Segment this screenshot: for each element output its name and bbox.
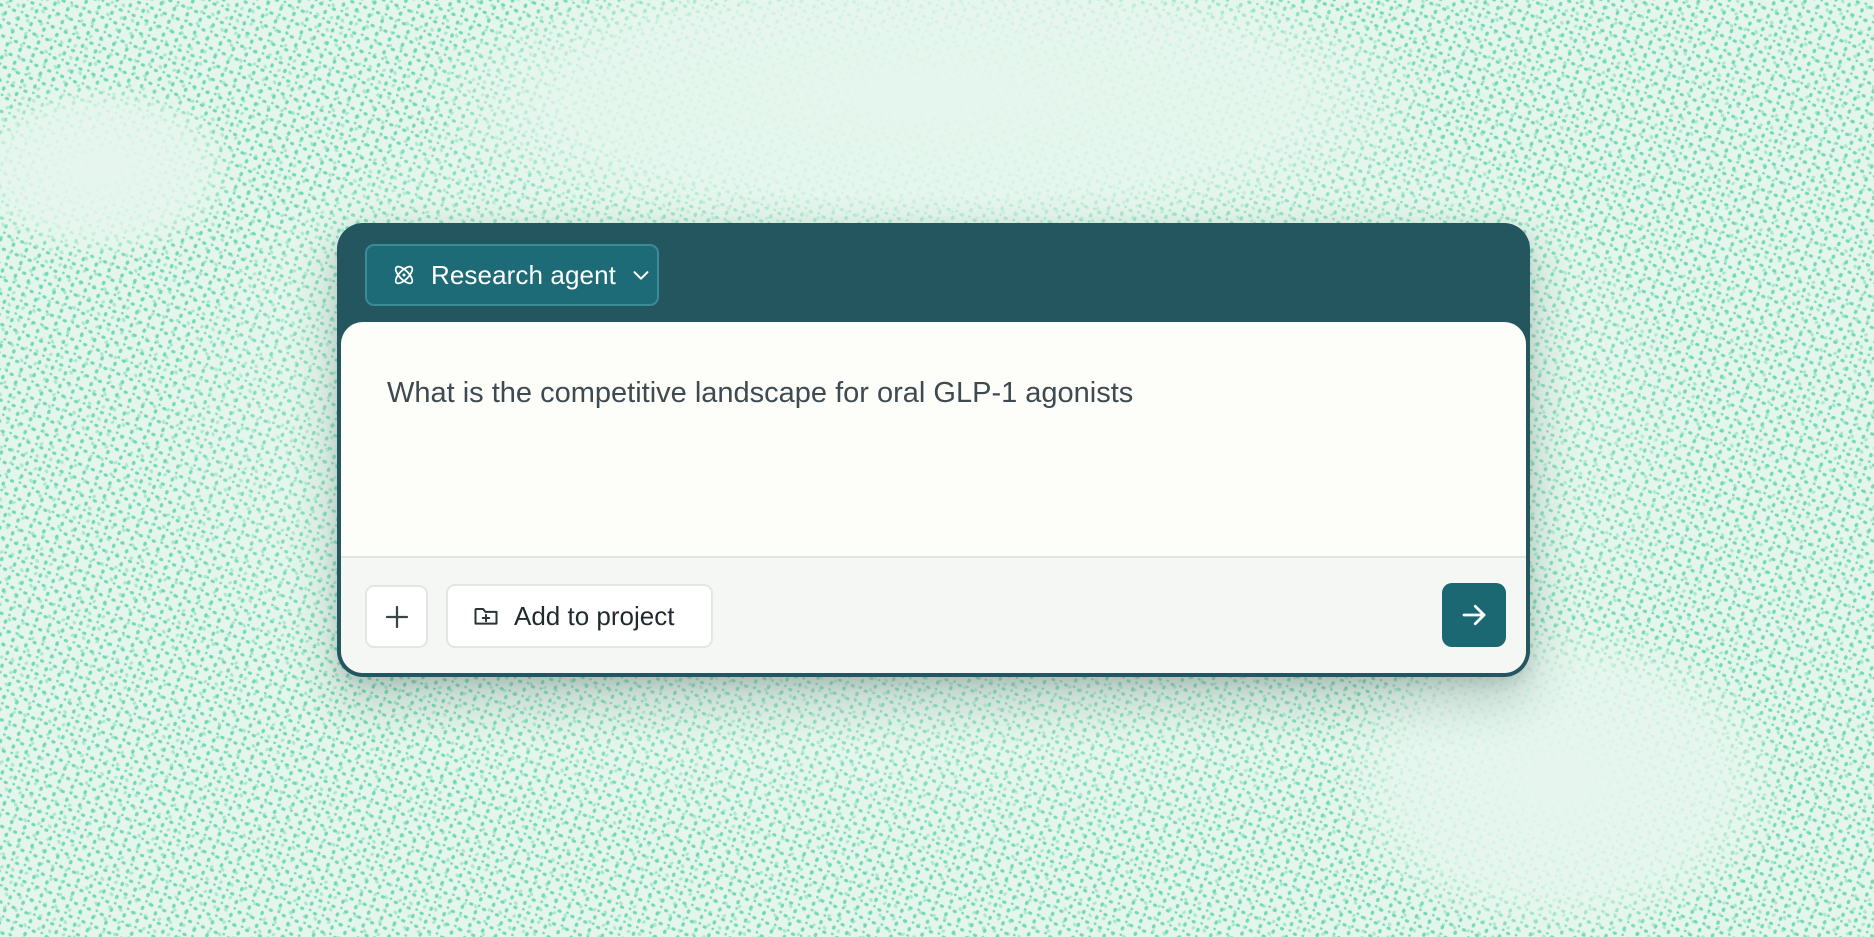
add-to-project-button[interactable]: Add to project xyxy=(446,584,713,648)
agent-selector-label: Research agent xyxy=(431,259,616,290)
research-prompt-card: Research agent What is the competitive l… xyxy=(337,223,1530,677)
prompt-input[interactable]: What is the competitive landscape for or… xyxy=(387,374,1480,504)
prompt-panel: What is the competitive landscape for or… xyxy=(341,322,1526,673)
add-to-project-label: Add to project xyxy=(514,600,675,631)
chevron-down-icon xyxy=(633,271,649,280)
folder-plus-icon xyxy=(474,608,498,625)
arrow-right-icon xyxy=(1462,604,1486,626)
prompt-footer: Add to project xyxy=(341,556,1526,673)
atom-icon xyxy=(394,265,414,285)
agent-selector-dropdown[interactable]: Research agent xyxy=(365,244,659,306)
attach-button[interactable] xyxy=(365,585,428,648)
plus-icon xyxy=(385,605,408,628)
send-button[interactable] xyxy=(1442,583,1506,647)
